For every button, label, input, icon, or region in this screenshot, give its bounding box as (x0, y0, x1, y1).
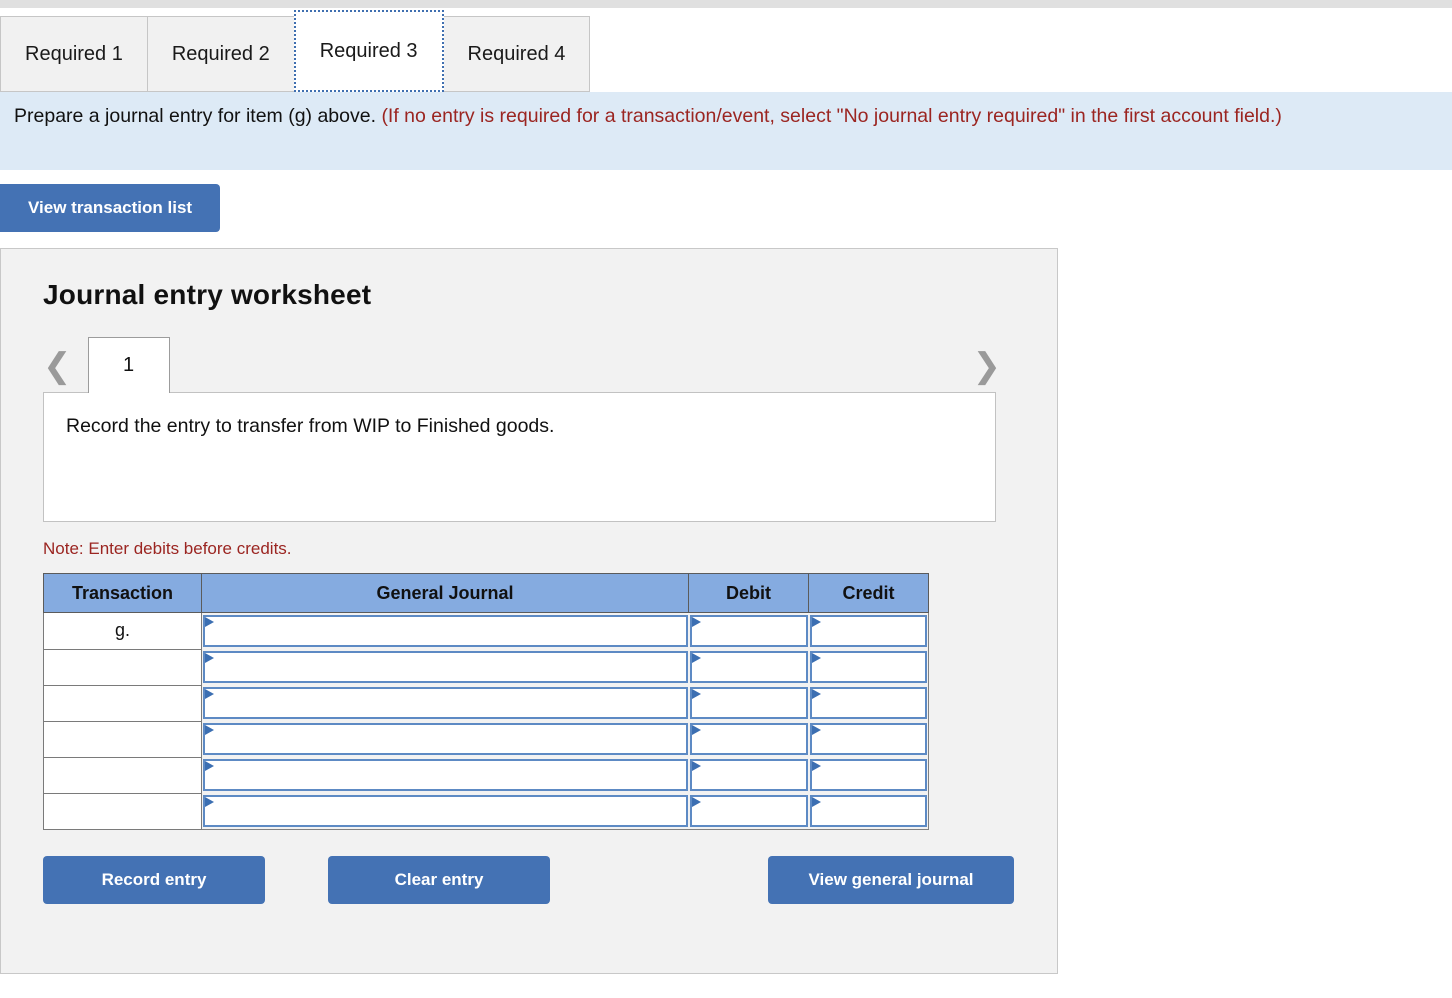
column-header-transaction: Transaction (44, 574, 202, 613)
debit-input[interactable] (690, 723, 808, 755)
credit-cell (809, 721, 929, 757)
column-header-credit: Credit (809, 574, 929, 613)
credit-input[interactable] (810, 615, 928, 647)
worksheet-pager: ❮ 1 ❯ (43, 337, 1001, 393)
debit-input[interactable] (690, 615, 808, 647)
general-journal-input[interactable] (203, 759, 688, 791)
tab-required-1[interactable]: Required 1 (0, 16, 148, 92)
table-row (44, 649, 929, 685)
tab-required-2-label: Required 2 (172, 43, 270, 66)
credit-input[interactable] (810, 723, 928, 755)
journal-entry-table: Transaction General Journal Debit Credit… (43, 573, 929, 830)
worksheet-page-tab-1[interactable]: 1 (88, 337, 170, 393)
table-row (44, 685, 929, 721)
general-journal-input[interactable] (203, 723, 688, 755)
tab-required-3[interactable]: Required 3 (294, 10, 444, 92)
general-journal-cell (202, 757, 689, 793)
clear-entry-button[interactable]: Clear entry (328, 856, 550, 904)
transaction-cell (44, 793, 202, 830)
general-journal-cell (202, 613, 689, 650)
transaction-cell: g. (44, 613, 202, 650)
table-row (44, 793, 929, 830)
transaction-cell (44, 757, 202, 793)
tab-required-3-label: Required 3 (320, 40, 418, 63)
record-entry-button[interactable]: Record entry (43, 856, 265, 904)
general-journal-cell (202, 649, 689, 685)
chevron-right-icon[interactable]: ❯ (973, 349, 1002, 393)
view-general-journal-button[interactable]: View general journal (768, 856, 1014, 904)
general-journal-cell (202, 721, 689, 757)
worksheet-footer-buttons: Record entry Clear entry View general jo… (43, 856, 1013, 908)
worksheet-page-tab-1-label: 1 (123, 354, 134, 377)
debit-cell (689, 721, 809, 757)
worksheet-title: Journal entry worksheet (43, 279, 1057, 311)
debits-before-credits-note: Note: Enter debits before credits. (43, 539, 1057, 559)
transaction-cell (44, 685, 202, 721)
tab-required-4-label: Required 4 (468, 43, 566, 66)
top-chrome-strip (0, 0, 1452, 8)
general-journal-input[interactable] (203, 615, 688, 647)
instruction-hint-text: (If no entry is required for a transacti… (381, 105, 1281, 127)
credit-cell (809, 793, 929, 830)
credit-cell (809, 757, 929, 793)
debit-input[interactable] (690, 651, 808, 683)
required-tab-bar: Required 1 Required 2 Required 3 Require… (0, 8, 1452, 92)
entry-description-text: Record the entry to transfer from WIP to… (66, 415, 554, 437)
debit-input[interactable] (690, 759, 808, 791)
credit-input[interactable] (810, 651, 928, 683)
view-transaction-list-button[interactable]: View transaction list (0, 184, 220, 232)
debit-input[interactable] (690, 795, 808, 827)
debit-cell (689, 649, 809, 685)
table-row (44, 757, 929, 793)
credit-input[interactable] (810, 687, 928, 719)
debit-cell (689, 793, 809, 830)
transaction-cell (44, 721, 202, 757)
journal-table-body: g. (44, 613, 929, 830)
table-row: g. (44, 613, 929, 650)
general-journal-input[interactable] (203, 651, 688, 683)
tab-required-4[interactable]: Required 4 (443, 16, 591, 92)
credit-cell (809, 613, 929, 650)
debit-input[interactable] (690, 687, 808, 719)
general-journal-input[interactable] (203, 687, 688, 719)
debit-cell (689, 613, 809, 650)
credit-cell (809, 685, 929, 721)
debit-cell (689, 685, 809, 721)
general-journal-cell (202, 793, 689, 830)
instruction-banner: Prepare a journal entry for item (g) abo… (0, 92, 1452, 170)
credit-cell (809, 649, 929, 685)
general-journal-cell (202, 685, 689, 721)
credit-input[interactable] (810, 759, 928, 791)
table-row (44, 721, 929, 757)
entry-description-box: Record the entry to transfer from WIP to… (43, 392, 996, 522)
chevron-left-icon[interactable]: ❮ (43, 349, 72, 393)
journal-table-header-row: Transaction General Journal Debit Credit (44, 574, 929, 613)
debit-cell (689, 757, 809, 793)
transaction-cell (44, 649, 202, 685)
instruction-main-text: Prepare a journal entry for item (g) abo… (14, 105, 376, 127)
credit-input[interactable] (810, 795, 928, 827)
general-journal-input[interactable] (203, 795, 688, 827)
column-header-debit: Debit (689, 574, 809, 613)
journal-entry-worksheet-panel: Journal entry worksheet ❮ 1 ❯ Record the… (0, 248, 1058, 974)
worksheet-toolbar: View transaction list (0, 170, 1452, 248)
tab-required-2[interactable]: Required 2 (147, 16, 295, 92)
tab-required-1-label: Required 1 (25, 43, 123, 66)
column-header-general-journal: General Journal (202, 574, 689, 613)
